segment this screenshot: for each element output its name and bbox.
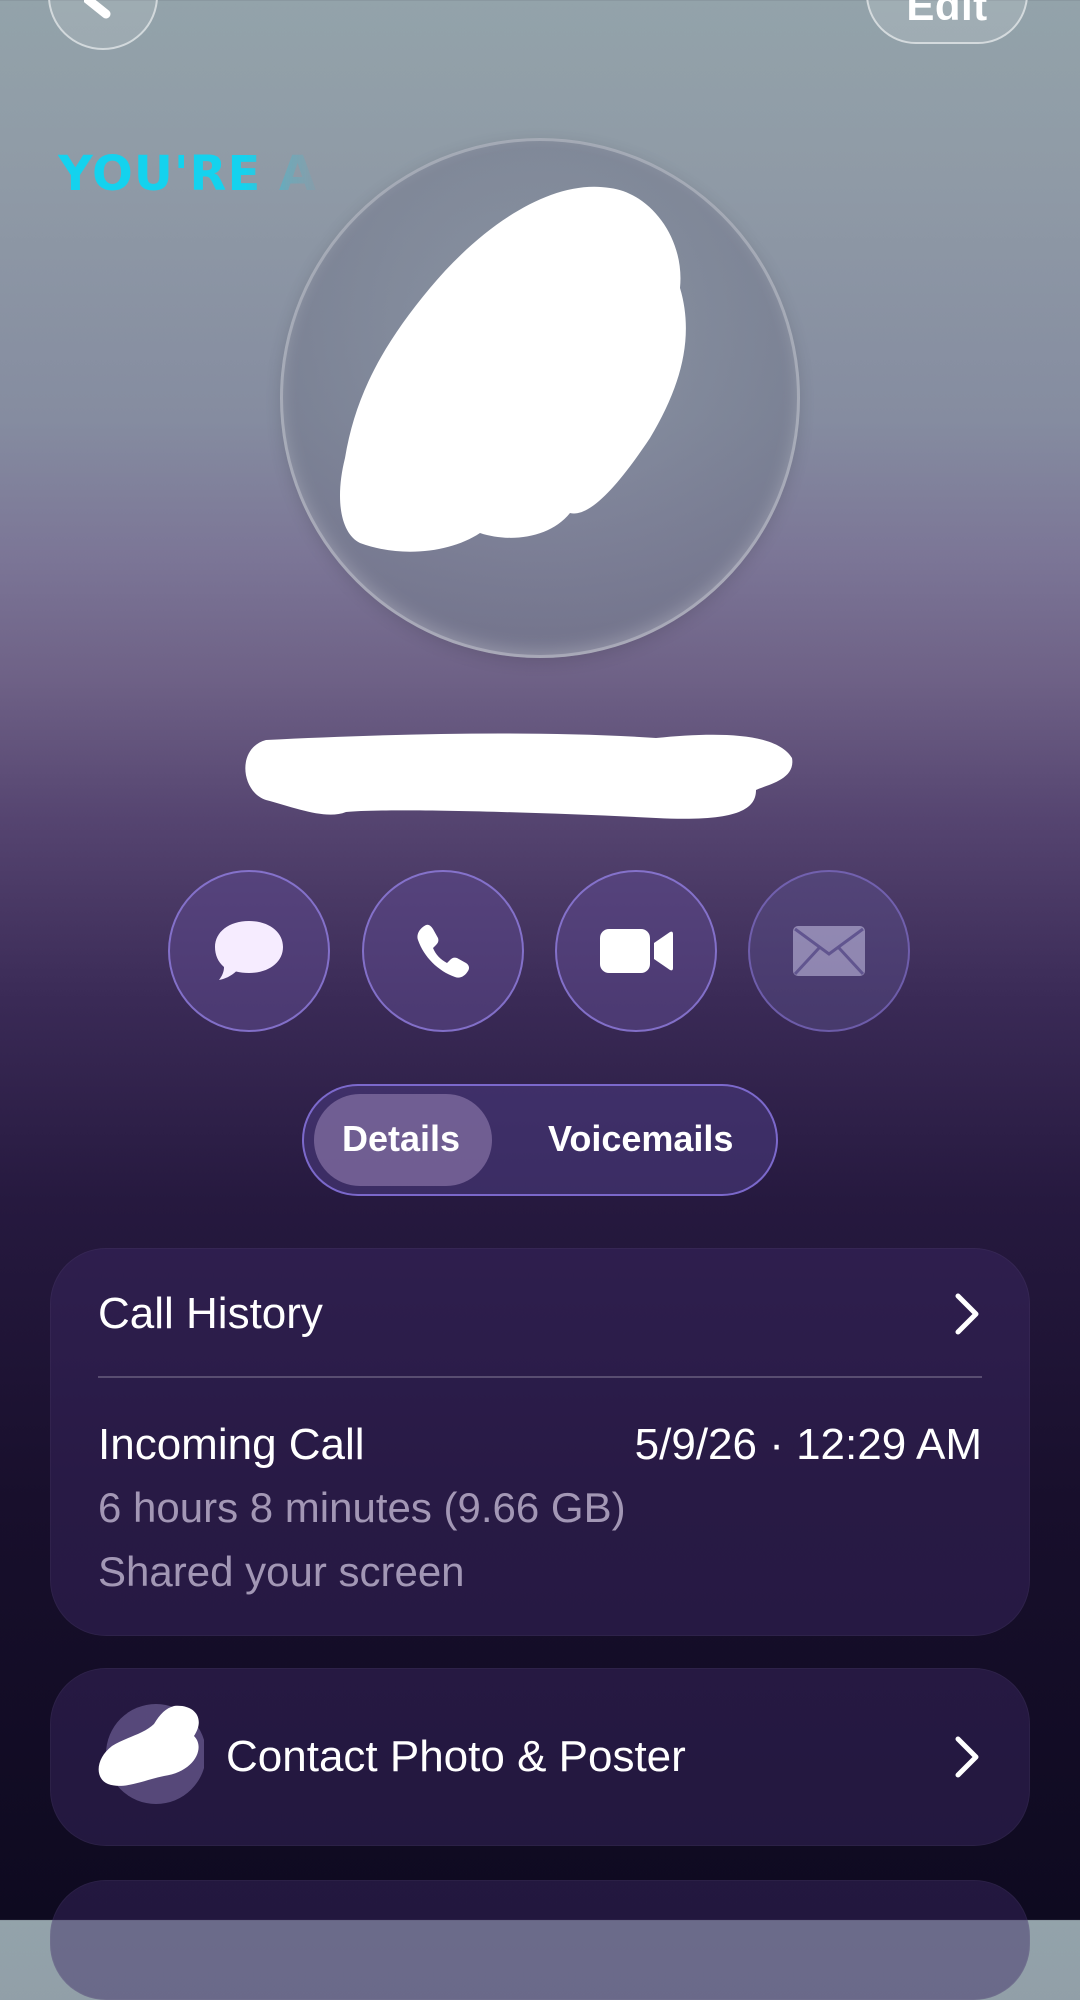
mail-button[interactable] xyxy=(748,870,910,1032)
call-note: Shared your screen xyxy=(98,1548,465,1595)
call-datetime: 5/9/26 · 12:29 AM xyxy=(634,1420,982,1469)
chevron-left-icon xyxy=(84,0,111,19)
chevron-right-icon xyxy=(955,1736,979,1778)
details-voicemails-segmented: Details Voicemails xyxy=(302,1084,778,1196)
video-call-button[interactable] xyxy=(555,870,717,1032)
next-card[interactable] xyxy=(50,1880,1030,2000)
call-button[interactable] xyxy=(362,870,524,1032)
contact-name-redacted xyxy=(245,733,793,819)
divider xyxy=(98,1376,982,1378)
call-history-card: Call History Incoming Call 5/9/26 · 12:2… xyxy=(50,1248,1030,1636)
tab-details-label: Details xyxy=(342,1118,461,1159)
message-bubble-icon xyxy=(215,921,283,980)
edit-button[interactable]: Edit xyxy=(866,0,1028,44)
phone-icon xyxy=(417,924,470,978)
call-type: Incoming Call xyxy=(98,1420,365,1469)
avatar-redaction-scribble xyxy=(340,186,686,552)
call-duration: 6 hours 8 minutes (9.66 GB) xyxy=(98,1484,626,1531)
contact-photo-poster-row[interactable]: Contact Photo & Poster xyxy=(50,1668,1030,1846)
contact-photo-thumbnail xyxy=(98,1704,204,1804)
video-camera-icon xyxy=(600,929,673,973)
contact-photo-poster-label: Contact Photo & Poster xyxy=(226,1732,686,1781)
overlay-text: YOU'RE A xyxy=(58,146,318,202)
envelope-icon xyxy=(793,926,865,976)
edit-button-label: Edit xyxy=(906,0,988,29)
tab-voicemails[interactable]: Voicemails xyxy=(548,1118,733,1160)
message-button[interactable] xyxy=(168,870,330,1032)
chevron-right-icon xyxy=(955,1293,979,1335)
contact-avatar xyxy=(280,138,800,658)
back-button[interactable] xyxy=(48,0,158,50)
call-history-title: Call History xyxy=(98,1289,323,1338)
call-history-row[interactable]: Call History xyxy=(50,1248,1030,1376)
